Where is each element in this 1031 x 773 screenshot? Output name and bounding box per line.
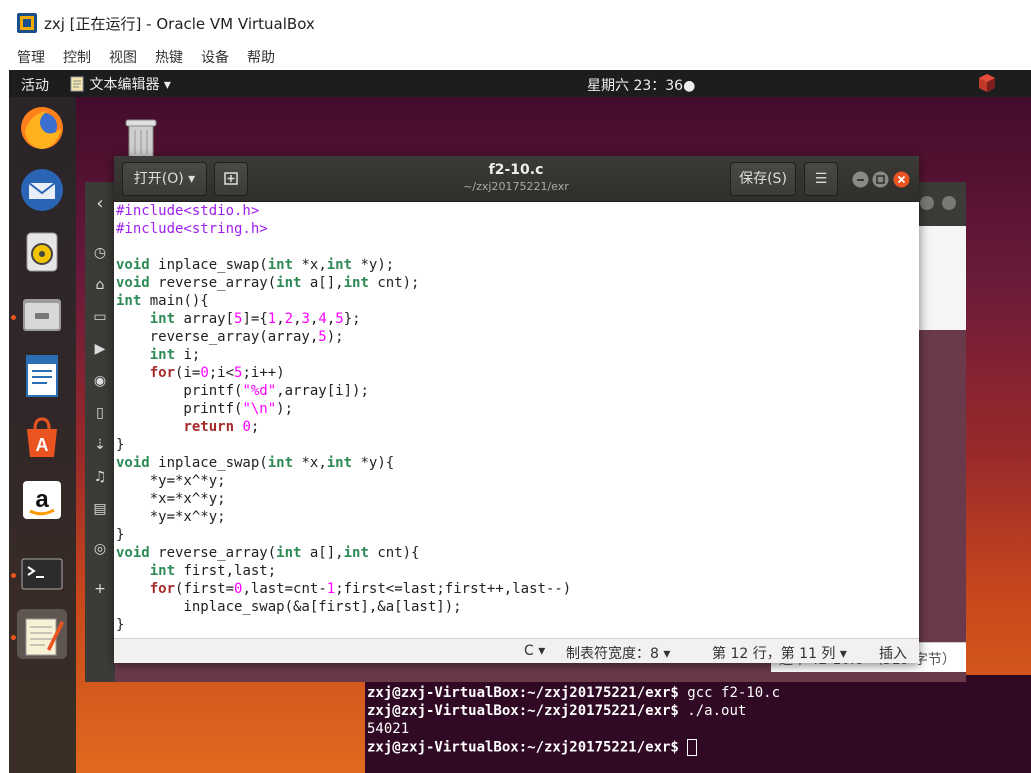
code-line: return 0; [183,419,260,435]
virtualbox-icon [17,13,37,33]
window-controls-icon[interactable] [918,194,960,212]
new-tab-button[interactable] [214,162,248,196]
terminal-cursor [687,739,698,756]
guest-desktop: 活动 文本编辑器 ▾ 星期六 23：36● A a zxj@zxj-Virtua… [9,70,1031,773]
new-document-icon [224,172,238,185]
code-line: #include<string.h> [116,221,268,237]
code-line: printf("%d",array[i]); [116,383,369,399]
disc-icon[interactable]: ◎ [89,538,111,560]
home-icon[interactable]: ⌂ [89,274,111,296]
app-menu[interactable]: 文本编辑器 ▾ [69,74,171,94]
file-manager-sidebar: ◷ ⌂ ▭ ▶ ◉ ▯ ⇣ ♫ ▤ ◎ + [85,226,115,682]
host-menu-hotkey[interactable]: 热键 [155,47,183,67]
code-line: void reverse_array(int a[],int cnt){ [116,545,420,561]
files-icon[interactable] [17,289,67,339]
folder-icon[interactable]: ▭ [89,306,111,328]
gedit-headerbar: 打开(O) ▾ f2-10.c ~/zxj20175221/exr 保存(S) … [114,156,919,202]
svg-text:a: a [35,486,49,513]
host-menu-devices[interactable]: 设备 [201,47,229,67]
code-line: } [116,437,125,453]
firefox-icon[interactable] [17,103,67,153]
code-line: reverse_array(array,5); [116,329,344,345]
recent-icon[interactable]: ◷ [89,242,111,264]
document-title: f2-10.c [488,162,544,178]
clock[interactable]: 星期六 23：36● [587,75,695,95]
host-menu-view[interactable]: 视图 [109,47,137,67]
code-line: int first,last; [149,563,277,579]
maximize-icon[interactable] [872,171,889,188]
open-button[interactable]: 打开(O) ▾ [122,162,207,196]
terminal-line: zxj@zxj-VirtualBox:~/zxj20175221/exr$ gc… [367,685,781,701]
document-path: ~/zxj20175221/exr [463,180,569,193]
insert-mode-indicator: 插入 [879,646,907,662]
code-editor[interactable]: #include<stdio.h> #include<string.h> voi… [114,202,919,638]
software-center-icon[interactable]: A [17,413,67,463]
text-editor-icon [70,76,84,92]
video-icon[interactable]: ▶ [89,338,111,360]
dock-running-indicator [11,573,16,578]
code-line: void reverse_array(int a[],int cnt); [116,275,420,291]
code-line: int main(){ [116,293,209,309]
libreoffice-writer-icon[interactable] [17,351,67,401]
minimize-icon[interactable] [852,171,869,188]
code-line: *y=*x^*y; [116,473,226,489]
code-line: void inplace_swap(int *x,int *y); [116,257,395,273]
dock-running-indicator [11,635,16,640]
code-line: #include<stdio.h> [116,203,260,219]
app-menu-label: 文本编辑器 ▾ [89,77,171,93]
text-editor-dock-icon[interactable] [17,611,67,661]
download-icon[interactable]: ⇣ [89,434,111,456]
host-window-title: zxj [正在运行] - Oracle VM VirtualBox [44,15,315,33]
activities-button[interactable]: 活动 [21,75,49,95]
terminal-line: 54021 [367,721,410,737]
svg-text:A: A [36,435,49,455]
terminal-line: zxj@zxj-VirtualBox:~/zxj20175221/exr$ [367,739,698,756]
code-line: printf("\n"); [116,401,294,417]
code-line: } [116,527,125,543]
gedit-statusbar: C ▾ 制表符宽度：8 ▾ 第 12 行，第 11 列 ▾ 插入 [114,638,919,663]
terminal-window[interactable]: zxj@zxj-VirtualBox:~/zxj20175221/exr$ gc… [365,675,1031,773]
add-location-icon[interactable]: + [89,578,111,600]
camera-icon[interactable]: ◉ [89,370,111,392]
host-menu-manage[interactable]: 管理 [17,47,45,67]
terminal-icon[interactable] [17,549,67,599]
cursor-position[interactable]: 第 12 行，第 11 列 ▾ [712,643,847,663]
save-button[interactable]: 保存(S) [730,162,796,196]
host-menu-control[interactable]: 控制 [63,47,91,67]
document-icon[interactable]: ▯ [89,402,111,424]
code-line: int array[5]={1,2,3,4,5}; [149,311,361,327]
code-line: int i; [149,347,201,363]
host-menubar: 管理 控制 视图 热键 设备 帮助 [0,44,1031,70]
code-line: for(i=0;i<5;i++) [149,365,285,381]
rhythmbox-icon[interactable] [17,227,67,277]
top-panel: 活动 文本编辑器 ▾ 星期六 23：36● [9,70,1031,97]
back-icon[interactable]: ‹ [85,182,115,226]
code-line: *y=*x^*y; [116,509,226,525]
code-line: void inplace_swap(int *x,int *y){ [116,455,395,471]
close-icon[interactable] [893,171,910,188]
trash-desktop-icon[interactable] [121,116,161,160]
thunderbird-icon[interactable] [17,165,67,215]
amazon-icon[interactable]: a [17,475,67,525]
tab-width-selector[interactable]: 制表符宽度：8 ▾ [566,643,670,663]
terminal-line: zxj@zxj-VirtualBox:~/zxj20175221/exr$ ./… [367,703,747,719]
code-line: for(first=0,last=cnt-1;first<=last;first… [149,581,572,597]
code-line: inplace_swap(&a[first],&a[last]); [116,599,462,615]
host-titlebar: zxj [正在运行] - Oracle VM VirtualBox [0,0,1031,44]
code-line: } [116,617,125,633]
dock: A a [9,97,76,773]
music-icon[interactable]: ♫ [89,466,111,488]
hamburger-menu-button[interactable]: ☰ [804,162,838,196]
language-selector[interactable]: C ▾ [524,643,545,659]
gedit-window[interactable]: 打开(O) ▾ f2-10.c ~/zxj20175221/exr 保存(S) … [114,156,919,663]
dock-running-indicator [11,315,16,320]
system-indicator-icon[interactable] [977,73,997,93]
trash-icon[interactable]: ▤ [89,498,111,520]
host-menu-help[interactable]: 帮助 [247,47,275,67]
code-line: *x=*x^*y; [116,491,226,507]
